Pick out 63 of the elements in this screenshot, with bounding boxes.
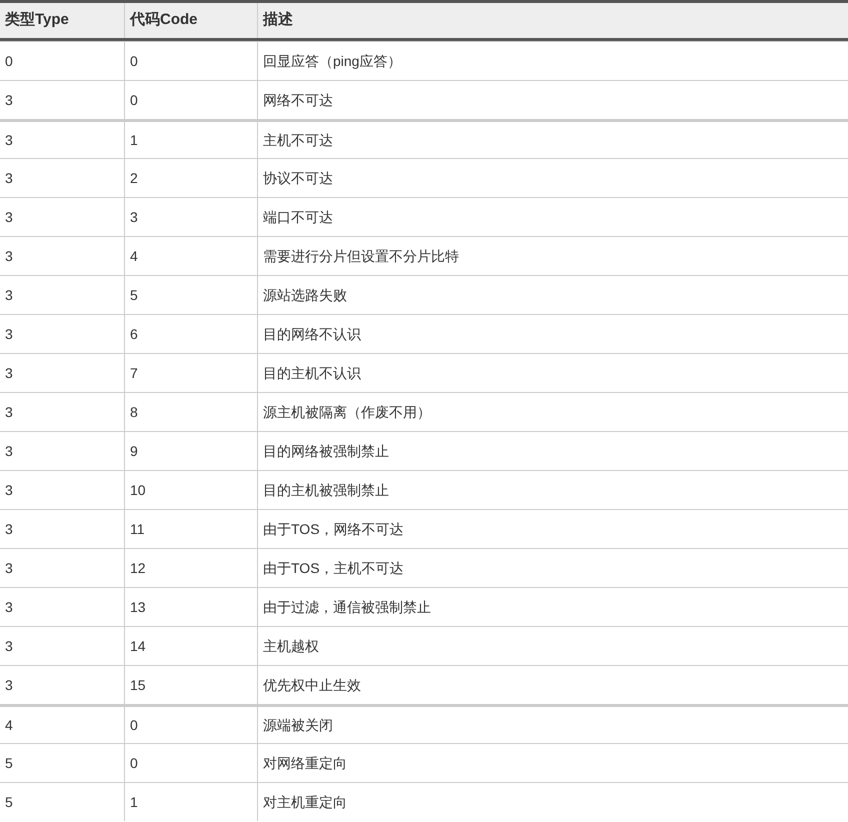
table-cell-text: 3 — [4, 286, 14, 304]
table-cell-text: 3 — [4, 442, 14, 460]
table-cell: 由于过滤，通信被强制禁止 — [257, 588, 848, 626]
table-cell: 12 — [124, 549, 257, 587]
table-cell: 需要进行分片但设置不分片比特 — [257, 237, 848, 275]
table-cell: 由于TOS，主机不可达 — [257, 549, 848, 587]
table-cell: 对网络重定向 — [257, 744, 848, 782]
table-cell: 9 — [124, 432, 257, 470]
table-cell: 14 — [124, 627, 257, 665]
table-cell: 对主机重定向 — [257, 783, 848, 821]
table-cell: 8 — [124, 393, 257, 431]
table-cell: 源站选路失败 — [257, 276, 848, 314]
table-cell-text: 3 — [4, 168, 14, 188]
table-cell: 10 — [124, 471, 257, 509]
table-cell-text: 3 — [4, 520, 14, 538]
table-cell: 4 — [124, 237, 257, 275]
table-cell-text: 3 — [4, 402, 14, 422]
table-cell: 0 — [124, 707, 257, 743]
table-cell-text: 3 — [4, 364, 14, 382]
table-cell-text: 5 — [4, 792, 14, 812]
table-cell: 2 — [124, 159, 257, 197]
table-cell: 13 — [124, 588, 257, 626]
table-cell: 5 — [124, 276, 257, 314]
table-cell: 11 — [124, 510, 257, 548]
table-cell: 目的网络不认识 — [257, 315, 848, 353]
table-cell: 网络不可达 — [257, 81, 848, 119]
table-cell-text: 3 — [4, 558, 14, 578]
table-cell-text: 3 — [4, 324, 14, 344]
table-cell: 主机越权 — [257, 627, 848, 665]
table-cell: 优先权中止生效 — [257, 666, 848, 704]
table-cell: 0 — [124, 81, 257, 119]
table-cell-text: 3 — [4, 676, 14, 694]
table-cell: 由于TOS，网络不可达 — [257, 510, 848, 548]
table-cell-text: 3 — [4, 480, 14, 500]
table-cell: 7 — [124, 354, 257, 392]
table-cell-text: 5 — [4, 754, 14, 772]
table-cell-text: 0 — [4, 52, 14, 70]
table-cell: 源主机被隔离（作废不用） — [257, 393, 848, 431]
table-cell-text: 3 — [4, 636, 14, 656]
table-cell-text: 3 — [4, 90, 14, 110]
table-cell: 目的主机被强制禁止 — [257, 471, 848, 509]
column-header: 代码Code — [124, 3, 257, 38]
column-header: 描述 — [257, 3, 848, 38]
table-cell: 1 — [124, 783, 257, 821]
table-cell: 0 — [124, 744, 257, 782]
table-cell: 主机不可达 — [257, 122, 848, 158]
table-cell: 目的主机不认识 — [257, 354, 848, 392]
table-cell: 端口不可达 — [257, 198, 848, 236]
table-cell-text: 4 — [4, 716, 14, 734]
column-header: 类型Type — [4, 10, 70, 30]
table-cell: 源端被关闭 — [257, 707, 848, 743]
table-cell: 目的网络被强制禁止 — [257, 432, 848, 470]
table-cell: 6 — [124, 315, 257, 353]
table-cell-text: 3 — [4, 130, 14, 150]
table-cell: 3 — [124, 198, 257, 236]
table-cell-text: 3 — [4, 598, 14, 616]
table-cell: 回显应答（ping应答） — [257, 42, 848, 80]
table-cell-text: 3 — [4, 246, 14, 266]
table-cell: 15 — [124, 666, 257, 704]
table-cell: 0 — [124, 42, 257, 80]
table-cell: 1 — [124, 122, 257, 158]
table-cell: 协议不可达 — [257, 159, 848, 197]
table-cell-text: 3 — [4, 208, 14, 226]
